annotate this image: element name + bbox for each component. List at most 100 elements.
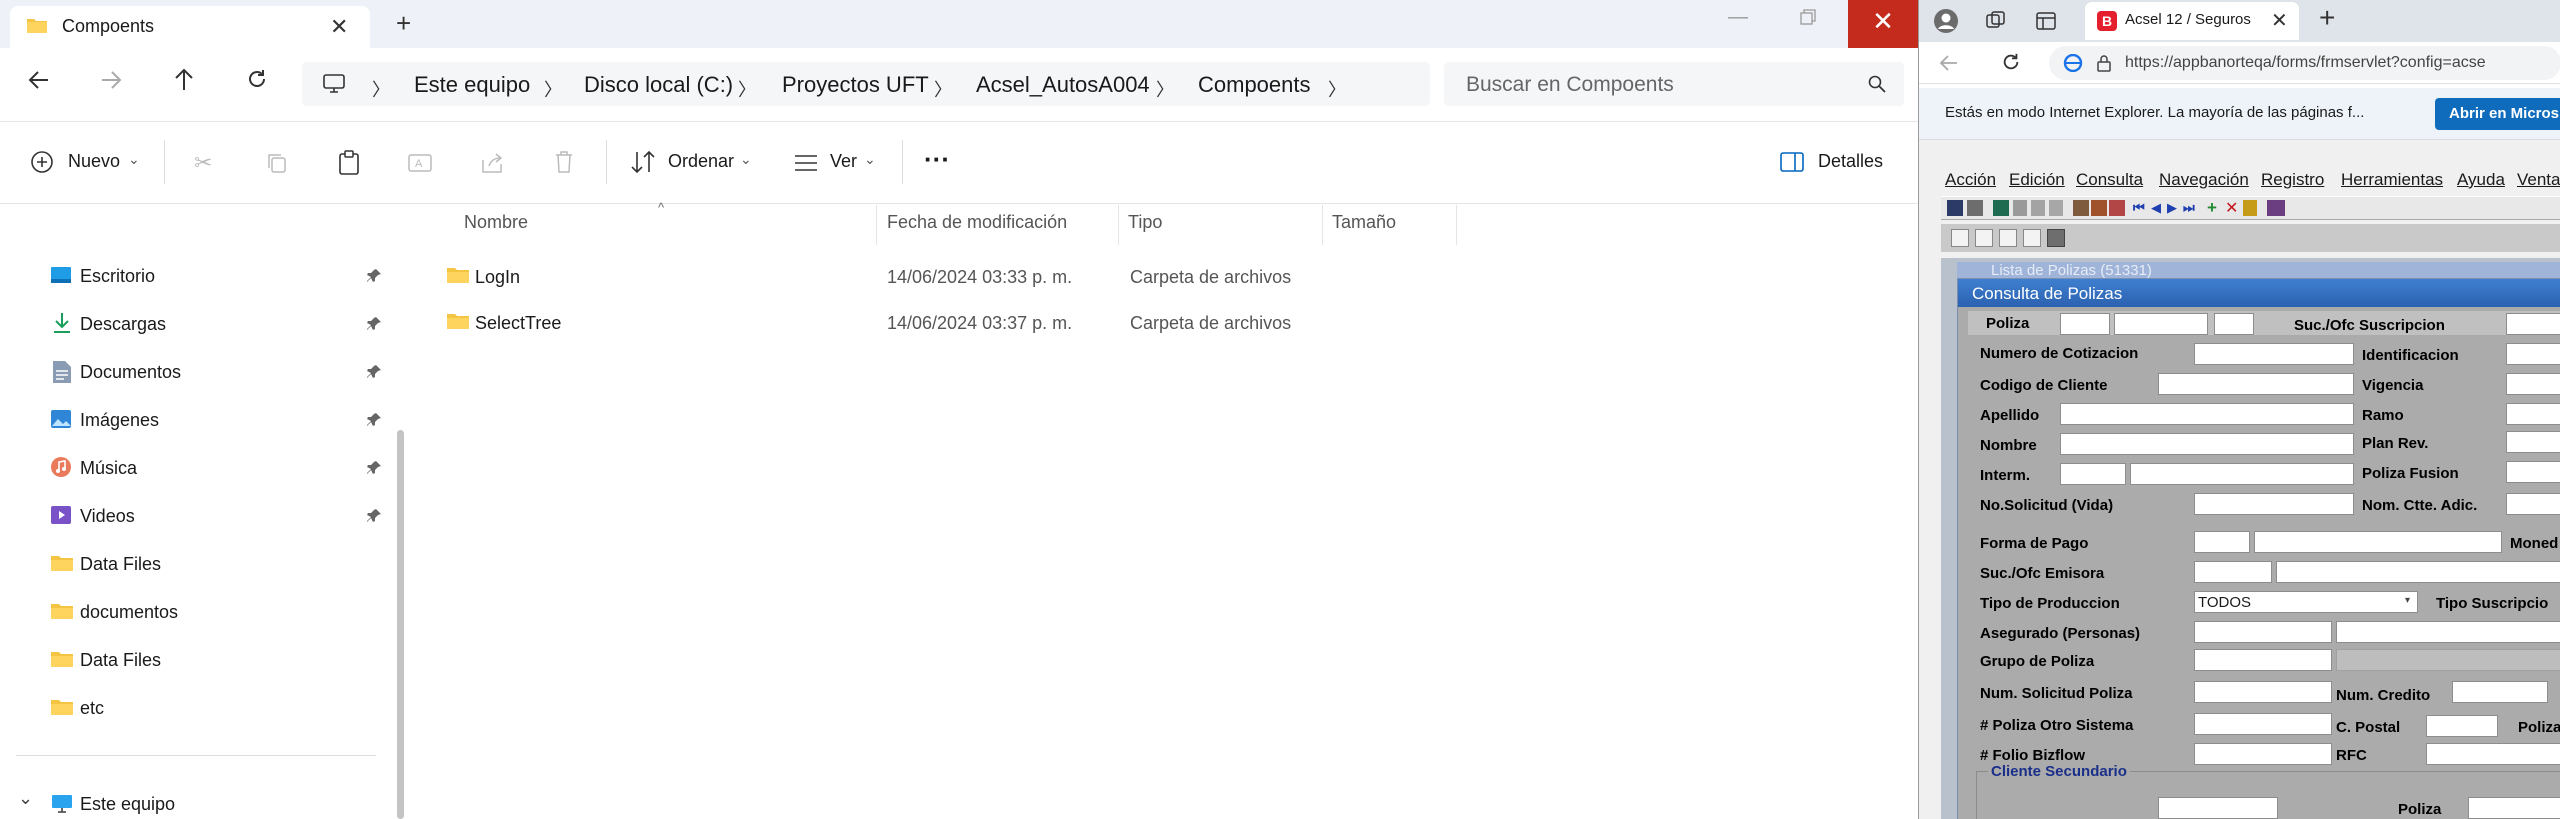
grupo-poliza-field[interactable] <box>2194 649 2332 671</box>
chevron-down-icon[interactable]: ⌄ <box>864 151 876 168</box>
breadcrumb-chevron-icon[interactable]: 〉 <box>1156 76 1174 102</box>
column-separator[interactable] <box>1456 205 1457 245</box>
delete-icon[interactable] <box>554 150 574 174</box>
breadcrumb-item[interactable]: Este equipo <box>414 72 530 98</box>
pin-icon[interactable] <box>366 460 382 476</box>
view-icon[interactable] <box>794 153 818 173</box>
dropdown-arrow-icon[interactable]: ▾ <box>2405 595 2410 606</box>
search-icon[interactable] <box>2023 229 2041 247</box>
search-icon[interactable] <box>1868 75 1886 93</box>
breadcrumb-chevron-icon[interactable]: 〉 <box>372 76 390 102</box>
breadcrumb-chevron-icon[interactable]: 〉 <box>934 76 952 102</box>
identificacion-field[interactable] <box>2506 343 2560 365</box>
undo-icon[interactable] <box>1975 229 1993 247</box>
nom-ctte-adic-field[interactable] <box>2506 493 2560 515</box>
workspaces-icon[interactable] <box>1985 10 2007 32</box>
menu-ayuda[interactable]: Ayuda <box>2457 170 2505 190</box>
close-tab-icon[interactable]: ✕ <box>2271 8 2288 33</box>
file-row[interactable]: SelectTree 14/06/2024 03:37 p. m. Carpet… <box>420 300 1860 344</box>
menu-registro[interactable]: Registro <box>2261 170 2324 190</box>
calendar-icon[interactable] <box>1999 229 2017 247</box>
menu-consulta[interactable]: Consulta <box>2076 170 2143 190</box>
apellido-field[interactable] <box>2060 403 2354 425</box>
file-row[interactable]: LogIn 14/06/2024 03:33 p. m. Carpeta de … <box>420 254 1860 298</box>
cancel-query-icon[interactable] <box>2109 200 2125 216</box>
maximize-icon[interactable] <box>1800 9 1816 25</box>
menu-herramientas[interactable]: Herramientas <box>2341 170 2443 190</box>
save-icon[interactable] <box>1947 200 1963 216</box>
folio-bizflow-field[interactable] <box>2194 743 2332 765</box>
exit-icon[interactable] <box>1993 200 2009 216</box>
breadcrumb-item[interactable]: Compoents <box>1198 72 1311 98</box>
file-name[interactable]: SelectTree <box>475 313 561 334</box>
cut-icon[interactable] <box>2013 200 2027 216</box>
next-record-icon[interactable]: ▶ <box>2167 200 2177 216</box>
column-header-name[interactable]: Nombre <box>464 212 528 233</box>
pin-icon[interactable] <box>366 268 382 284</box>
forward-arrow-icon[interactable] <box>100 70 122 90</box>
explorer-tab[interactable]: Compoents ✕ <box>10 6 370 48</box>
details-button[interactable]: Detalles <box>1818 151 1883 172</box>
nav-item-videos[interactable]: Videos <box>0 492 395 540</box>
column-separator[interactable] <box>876 205 877 245</box>
vigencia-field[interactable] <box>2506 373 2560 395</box>
asegurado-personas-field-1[interactable] <box>2194 621 2332 643</box>
chevron-down-icon[interactable]: ⌄ <box>128 151 140 168</box>
search-placeholder[interactable]: Buscar en Compoents <box>1466 73 1674 97</box>
new-tab-icon[interactable]: + <box>396 8 411 39</box>
forma-pago-field-1[interactable] <box>2194 531 2250 553</box>
copy-icon[interactable] <box>2031 200 2045 216</box>
forma-pago-field-2[interactable] <box>2254 531 2502 553</box>
tipo-produccion-select[interactable]: TODOS ▾ <box>2194 591 2418 613</box>
first-record-icon[interactable]: ⏮ <box>2133 200 2145 216</box>
ramo-field[interactable] <box>2506 403 2560 425</box>
file-name[interactable]: LogIn <box>475 267 520 288</box>
paste-icon[interactable] <box>338 150 360 176</box>
interm-field-2[interactable] <box>2130 463 2354 485</box>
chevron-down-icon[interactable]: ⌄ <box>740 151 752 168</box>
suc-ofc-suscripcion-field[interactable] <box>2506 313 2560 335</box>
last-record-icon[interactable]: ⏭ <box>2183 200 2195 216</box>
query-icon[interactable] <box>2073 200 2089 216</box>
ie-mode-icon[interactable] <box>2063 54 2083 72</box>
minimize-icon[interactable]: — <box>1728 6 1748 29</box>
nav-item-data-files-2[interactable]: Data Files <box>0 636 395 684</box>
column-header-type[interactable]: Tipo <box>1128 212 1162 233</box>
numero-cotizacion-field[interactable] <box>2194 343 2354 365</box>
lock-record-icon[interactable] <box>2243 200 2257 216</box>
nav-item-musica[interactable]: Música <box>0 444 395 492</box>
num-solicitud-poliza-field[interactable] <box>2194 681 2332 703</box>
menu-venta[interactable]: Venta <box>2517 170 2560 190</box>
paste-icon[interactable] <box>2049 200 2063 216</box>
nav-item-este-equipo[interactable]: ⌄ Este equipo <box>0 780 395 819</box>
new-tab-icon[interactable]: + <box>2319 2 2335 34</box>
sort-icon[interactable] <box>630 150 656 174</box>
suc-ofc-emisora-field-1[interactable] <box>2194 561 2272 583</box>
new-plus-icon[interactable] <box>30 150 54 174</box>
num-credito-field[interactable] <box>2452 681 2548 703</box>
poliza-field-1[interactable] <box>2060 313 2110 335</box>
delete-record-icon[interactable]: ✕ <box>2225 198 2238 218</box>
chevron-down-icon[interactable]: ⌄ <box>18 788 33 809</box>
view-button[interactable]: Ver <box>830 151 857 172</box>
menu-edicion[interactable]: Edición <box>2009 170 2065 190</box>
nav-item-data-files[interactable]: Data Files <box>0 540 395 588</box>
nav-item-etc[interactable]: etc <box>0 684 395 732</box>
close-tab-icon[interactable]: ✕ <box>330 14 348 40</box>
column-header-size[interactable]: Tamaño <box>1332 212 1396 233</box>
column-separator[interactable] <box>1118 205 1119 245</box>
c-postal-field[interactable] <box>2426 715 2498 737</box>
poliza-tertiary-field[interactable] <box>2468 797 2560 819</box>
rfc-field[interactable] <box>2426 743 2560 765</box>
breadcrumb-chevron-icon[interactable]: 〉 <box>544 76 562 102</box>
insert-record-icon[interactable]: + <box>2207 198 2217 218</box>
breadcrumb-item[interactable]: Proyectos UFT <box>782 72 929 98</box>
nav-item-descargas[interactable]: Descargas <box>0 300 395 348</box>
nav-item-escritorio[interactable]: Escritorio <box>0 252 395 300</box>
poliza-field-3[interactable] <box>2214 313 2254 335</box>
pin-icon[interactable] <box>366 412 382 428</box>
breadcrumb-item[interactable]: Disco local (C:) <box>584 72 733 98</box>
attach-icon[interactable] <box>2047 229 2065 247</box>
menu-navegacion[interactable]: Navegación <box>2159 170 2249 190</box>
poliza-field-2[interactable] <box>2114 313 2208 335</box>
